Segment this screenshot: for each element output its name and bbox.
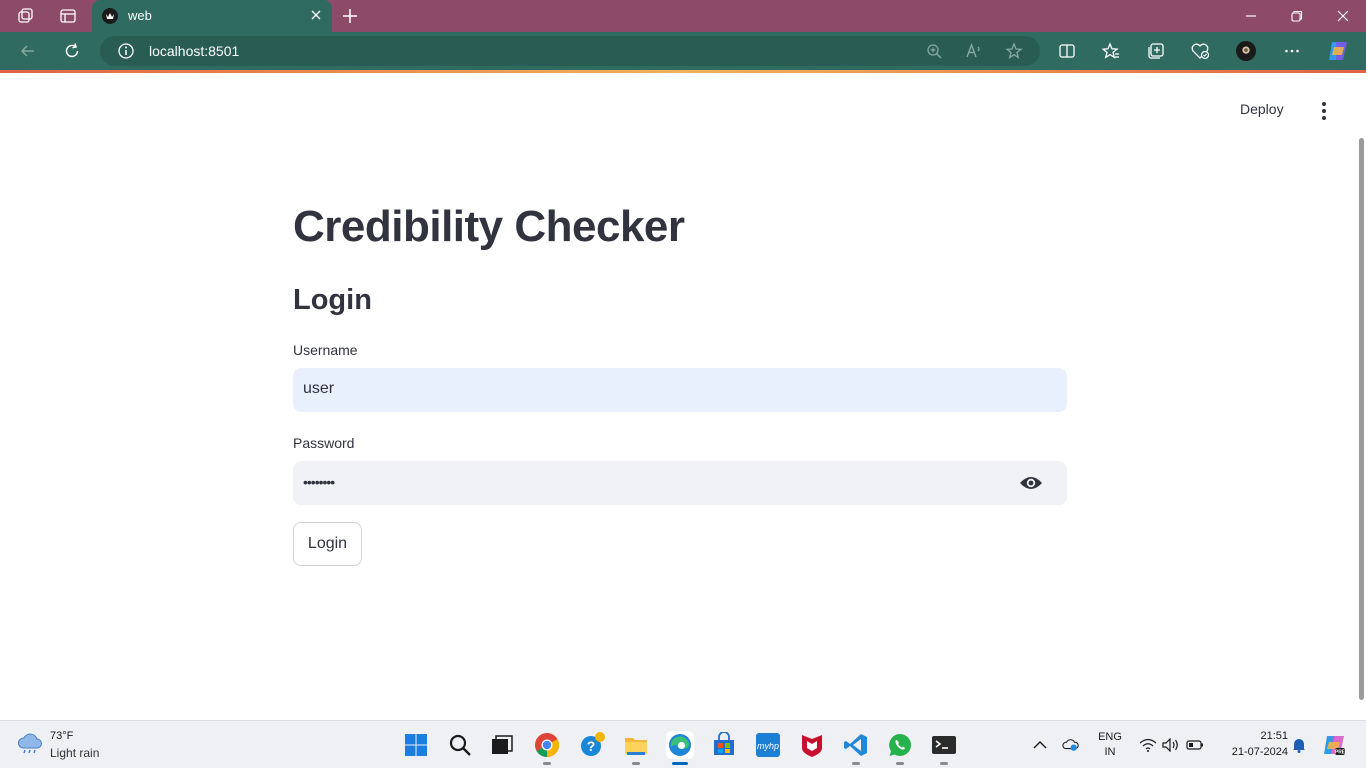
start-icon[interactable] [402,731,430,759]
running-indicator [940,762,948,765]
hp-icon[interactable]: myhp [754,731,782,759]
windows-taskbar: 73°F Light rain ? myhp ENG IN 21:51 21-0… [0,720,1366,768]
browser-tab-strip: web [0,0,1366,32]
onedrive-sync-icon[interactable] [1062,737,1080,753]
password-input[interactable]: •••••••• [293,461,1067,505]
active-tab[interactable]: web [92,0,332,32]
clock-date[interactable]: 21-07-2024 [1214,746,1288,758]
tab-title: web [128,8,152,23]
volume-icon[interactable] [1162,737,1180,753]
restore-icon[interactable] [1274,0,1320,32]
browser-toolbar: localhost:8501 [0,32,1366,70]
back-icon[interactable] [18,41,38,61]
running-indicator [543,762,551,765]
language-indicator[interactable]: ENG [1096,731,1124,743]
page-title: Credibility Checker [293,202,685,251]
edge-icon[interactable] [666,731,694,765]
tab-actions-icon[interactable] [58,6,78,26]
login-button[interactable]: Login [293,522,362,566]
username-value: user [303,380,335,397]
username-input[interactable]: user [293,368,1067,412]
show-password-icon[interactable] [1019,474,1043,492]
chrome-icon[interactable] [533,731,561,765]
svg-text:?: ? [587,738,596,754]
whatsapp-icon[interactable] [886,731,914,765]
login-heading: Login [293,284,372,316]
page-scrollbar[interactable] [1359,138,1364,700]
main-menu-icon[interactable] [1314,101,1334,121]
running-indicator [896,762,904,765]
close-tab-icon[interactable] [308,7,324,23]
favorites-icon[interactable] [1101,41,1121,61]
favorite-icon[interactable] [1005,42,1023,60]
password-label: Password [293,435,355,451]
svg-text:myhp: myhp [757,741,779,751]
browser-essentials-icon[interactable] [1190,41,1210,61]
workspaces-icon[interactable] [16,6,36,26]
copilot-icon[interactable] [1326,39,1350,63]
terminal-icon[interactable] [930,731,958,765]
collections-icon[interactable] [1146,41,1166,61]
read-aloud-icon[interactable] [965,42,983,60]
store-icon[interactable] [710,731,738,759]
search-icon[interactable] [446,731,474,759]
copilot-taskbar-icon[interactable]: PRE [1322,733,1346,757]
weather-rain-icon[interactable] [16,733,44,755]
clock-time[interactable]: 21:51 [1214,730,1288,742]
more-icon[interactable] [1282,41,1302,61]
battery-icon[interactable] [1186,737,1204,753]
notification-bell-icon[interactable] [1290,737,1308,753]
weather-description[interactable]: Light rain [50,746,99,760]
show-hidden-icons-icon[interactable] [1031,737,1049,753]
password-value: •••••••• [303,474,335,490]
streamlit-favicon-icon [102,8,118,24]
address-bar[interactable]: localhost:8501 [100,36,1040,66]
url-text: localhost:8501 [149,43,240,59]
minimize-icon[interactable] [1228,0,1274,32]
site-info-icon[interactable] [117,42,135,60]
wifi-icon[interactable] [1139,737,1157,753]
active-app-indicator [672,762,688,765]
file-explorer-icon[interactable] [622,731,650,765]
help-icon[interactable]: ? [578,731,606,759]
mcafee-icon[interactable] [798,731,826,759]
close-window-icon[interactable] [1320,0,1366,32]
page-load-accent-line [0,70,1366,73]
profile-avatar-icon[interactable] [1236,41,1256,61]
keyboard-region[interactable]: IN [1096,746,1124,758]
task-view-icon[interactable] [488,731,516,759]
running-indicator [632,762,640,765]
split-screen-icon[interactable] [1057,41,1077,61]
zoom-icon[interactable] [925,42,943,60]
deploy-button[interactable]: Deploy [1240,101,1284,117]
running-indicator [852,762,860,765]
weather-temperature[interactable]: 73°F [50,730,73,742]
vscode-icon[interactable] [842,731,870,765]
username-label: Username [293,342,358,358]
refresh-icon[interactable] [62,41,82,61]
svg-text:PRE: PRE [1335,750,1346,756]
new-tab-icon[interactable] [340,6,360,26]
